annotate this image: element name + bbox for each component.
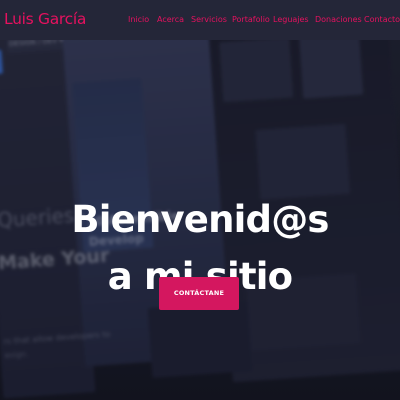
nav-link-donaciones[interactable]: Donaciones (315, 15, 362, 24)
nav-link-leguajes[interactable]: Leguajes (273, 15, 309, 24)
nav-link-servicios[interactable]: Servicios (191, 15, 227, 24)
navbar: Luis García Inicio Acerca Servicios Port… (0, 0, 400, 40)
nav-link-acerca[interactable]: Acerca (157, 15, 184, 24)
nav-link-inicio[interactable]: Inicio (128, 15, 149, 24)
contact-cta-button[interactable]: CONTÁCTANE (159, 277, 239, 310)
page: AT DESIGN / DEV ▾ Queries} Make Your 30 … (0, 0, 400, 400)
nav-link-contacto[interactable]: Contacto (364, 15, 400, 24)
nav-menu: Inicio Acerca Servicios Portafolio Legua… (0, 15, 400, 27)
hero-section: Bienvenid@s a mi sitio CONTÁCTANE (0, 0, 400, 400)
nav-link-portafolio[interactable]: Portafolio (232, 15, 270, 24)
hero-title-line1: Bienvenid@s (71, 197, 329, 241)
